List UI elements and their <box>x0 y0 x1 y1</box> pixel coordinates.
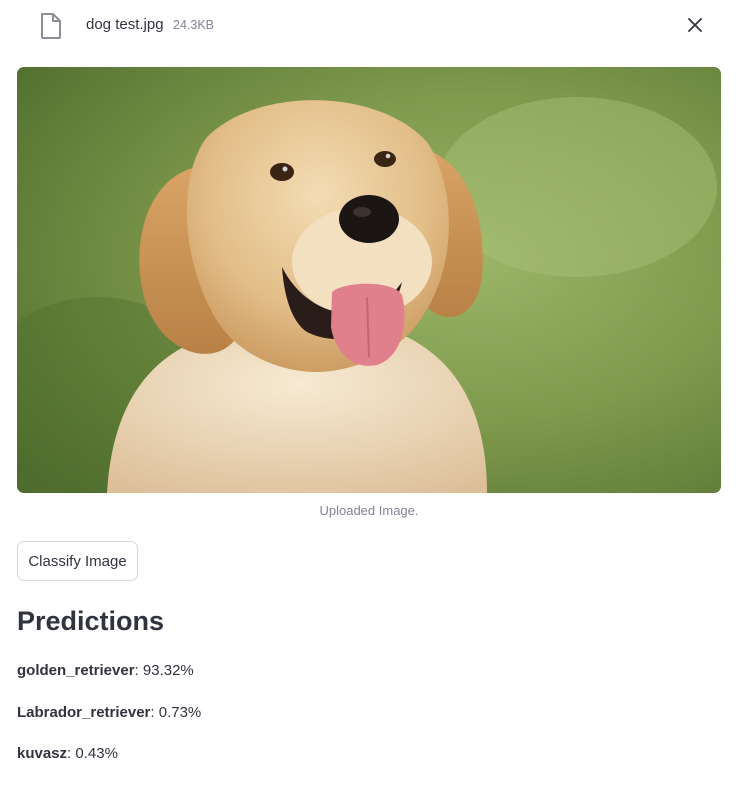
file-icon <box>38 12 64 40</box>
app-page: dog test.jpg 24.3KB Uploaded Image. Clas… <box>0 0 738 785</box>
prediction-item: kuvasz: 0.43% <box>17 745 118 762</box>
prediction-label: golden_retriever <box>17 662 135 679</box>
prediction-label: Labrador_retriever <box>17 704 151 721</box>
remove-file-button[interactable] <box>680 12 710 42</box>
prediction-label: kuvasz <box>17 745 68 762</box>
uploaded-file-row: dog test.jpg 24.3KB <box>0 0 738 56</box>
file-size: 24.3KB <box>173 18 215 32</box>
file-name: dog test.jpg <box>86 16 164 33</box>
image-caption: Uploaded Image. <box>319 503 419 518</box>
prediction-item: Labrador_retriever: 0.73% <box>17 704 201 721</box>
uploaded-image <box>17 67 721 493</box>
predictions-heading: Predictions <box>17 606 165 636</box>
classify-image-button[interactable]: Classify Image <box>17 541 138 581</box>
prediction-value: : 0.73% <box>150 704 202 721</box>
close-icon <box>688 17 702 37</box>
prediction-item: golden_retriever: 93.32% <box>17 662 194 679</box>
prediction-value: : 93.32% <box>134 662 194 679</box>
prediction-value: : 0.43% <box>67 745 118 762</box>
